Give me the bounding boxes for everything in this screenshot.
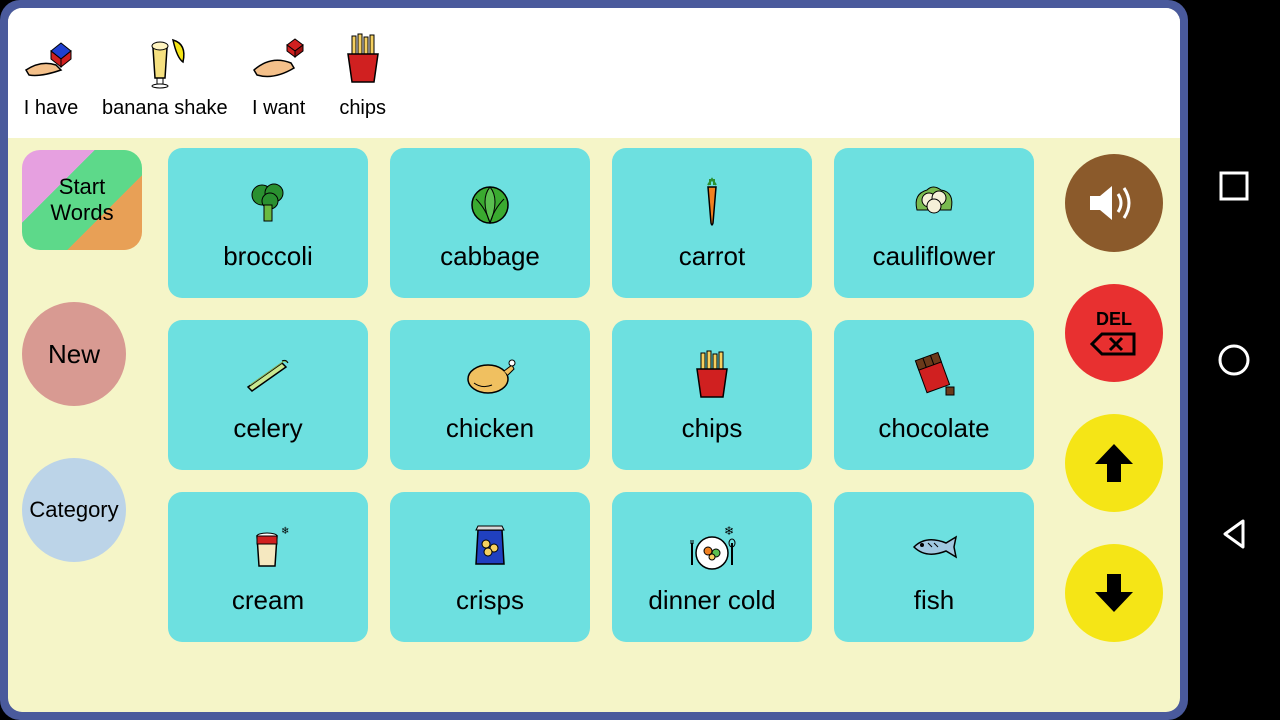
word-card-chocolate[interactable]: chocolate <box>834 320 1034 470</box>
chocolate-icon <box>906 347 962 403</box>
cabbage-icon <box>462 175 518 231</box>
category-label: Category <box>29 497 118 523</box>
word-grid: broccoli cabbage <box>156 148 1046 702</box>
sentence-label: I want <box>252 97 305 120</box>
word-card-carrot[interactable]: carrot <box>612 148 812 298</box>
word-card-chips[interactable]: chips <box>612 320 812 470</box>
hand-want-icon <box>246 27 312 93</box>
word-card-broccoli[interactable]: broccoli <box>168 148 368 298</box>
app-frame: I have banana shake <box>0 0 1188 720</box>
word-label: broccoli <box>223 241 313 272</box>
backspace-icon <box>1090 330 1138 358</box>
nav-home-icon[interactable] <box>1216 342 1252 378</box>
new-button[interactable]: New <box>22 302 126 406</box>
word-label: carrot <box>679 241 745 272</box>
celery-icon <box>240 347 296 403</box>
hand-cube-icon <box>18 27 84 93</box>
sentence-label: banana shake <box>102 97 228 120</box>
arrow-up-icon <box>1089 438 1139 488</box>
word-label: celery <box>233 413 302 444</box>
word-label: chicken <box>446 413 534 444</box>
android-nav-bar <box>1188 0 1280 720</box>
delete-button[interactable]: DEL <box>1065 284 1163 382</box>
word-label: cabbage <box>440 241 540 272</box>
chips-icon <box>330 27 396 93</box>
app-inner: I have banana shake <box>8 8 1180 712</box>
svg-text:❄: ❄ <box>724 524 734 538</box>
word-card-fish[interactable]: fish <box>834 492 1034 642</box>
word-card-cream[interactable]: ❄ cream <box>168 492 368 642</box>
word-label: crisps <box>456 585 524 616</box>
sentence-label: I have <box>24 97 78 120</box>
word-label: fish <box>914 585 954 616</box>
word-label: cauliflower <box>873 241 996 272</box>
chicken-icon <box>462 347 518 403</box>
sentence-item[interactable]: I want <box>246 27 312 120</box>
sentence-item[interactable]: I have <box>18 27 84 120</box>
sentence-item[interactable]: banana shake <box>102 27 228 120</box>
start-words-button[interactable]: Start Words <box>22 150 142 250</box>
word-label: cream <box>232 585 304 616</box>
arrow-down-icon <box>1089 568 1139 618</box>
word-label: chips <box>682 413 743 444</box>
word-card-cauliflower[interactable]: cauliflower <box>834 148 1034 298</box>
broccoli-icon <box>240 175 296 231</box>
sentence-item[interactable]: chips <box>330 27 396 120</box>
nav-back-icon[interactable] <box>1217 517 1251 551</box>
speaker-icon <box>1084 178 1144 228</box>
svg-text:❄: ❄ <box>281 526 289 537</box>
chips-icon <box>684 347 740 403</box>
sentence-label: chips <box>339 97 386 120</box>
crisps-icon <box>462 519 518 575</box>
left-column: Start Words New Category <box>22 148 148 702</box>
word-card-crisps[interactable]: crisps <box>390 492 590 642</box>
sentence-bar[interactable]: I have banana shake <box>8 8 1180 138</box>
main-area: Start Words New Category <box>8 138 1180 712</box>
nav-recent-icon[interactable] <box>1217 169 1251 203</box>
word-label: dinner cold <box>648 585 775 616</box>
right-column: DEL <box>1054 148 1174 702</box>
word-card-cabbage[interactable]: cabbage <box>390 148 590 298</box>
carrot-icon <box>684 175 740 231</box>
speak-button[interactable] <box>1065 154 1163 252</box>
start-words-label: Words <box>50 200 113 226</box>
dinner-cold-icon: ❄ <box>684 519 740 575</box>
scroll-down-button[interactable] <box>1065 544 1163 642</box>
category-button[interactable]: Category <box>22 458 126 562</box>
word-label: chocolate <box>878 413 989 444</box>
new-label: New <box>48 339 100 370</box>
fish-icon <box>906 519 962 575</box>
start-words-label: Start <box>59 174 105 200</box>
word-card-dinner-cold[interactable]: ❄ dinner cold <box>612 492 812 642</box>
banana-shake-icon <box>132 27 198 93</box>
word-card-celery[interactable]: celery <box>168 320 368 470</box>
cream-icon: ❄ <box>240 519 296 575</box>
cauliflower-icon <box>906 175 962 231</box>
word-card-chicken[interactable]: chicken <box>390 320 590 470</box>
delete-label: DEL <box>1096 309 1132 330</box>
scroll-up-button[interactable] <box>1065 414 1163 512</box>
